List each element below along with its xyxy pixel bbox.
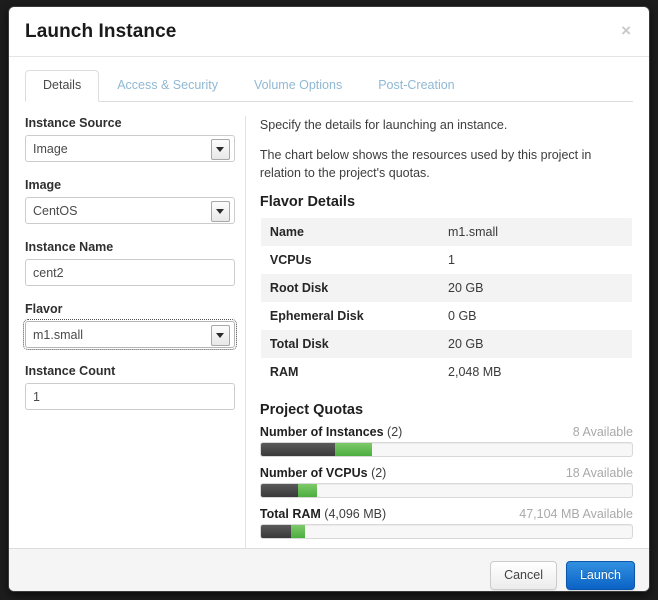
table-row: Name m1.small [260,218,632,246]
flavor-row-key: Name [269,225,304,239]
quota-vcpus-count: (2) [371,466,387,480]
flavor-row-value: 0 GB [448,309,477,323]
table-row: RAM 2,048 MB [260,358,632,386]
instance-name-label: Instance Name [25,240,114,254]
quota-ram-added-bar [290,525,306,538]
table-row: Ephemeral Disk 0 GB [260,302,632,330]
quota-instances-label: Number of Instances (2) [260,425,402,439]
tab-post-creation[interactable]: Post-Creation [360,70,472,102]
flavor-row-value: 1 [448,253,455,267]
info-column: Specify the details for launching an ins… [246,116,649,548]
tab-volume-options-link[interactable]: Volume Options [236,70,360,102]
launch-instance-dialog: Launch Instance × Details Access & Secur… [8,6,650,592]
help-text-1: Specify the details for launching an ins… [259,118,508,132]
field-image: Image CentOS [25,178,235,224]
quota-instances-added-bar [335,443,373,456]
table-row: Root Disk 20 GB [260,274,632,302]
quota-vcpus-used-bar [260,484,299,497]
flavor-details-title: Flavor Details [259,194,356,210]
tab-volume-options[interactable]: Volume Options [236,70,360,102]
flavor-details-table: Name m1.small VCPUs 1 Root Disk 20 GB Ep… [259,217,633,387]
flavor-row-value: 20 GB [448,337,484,351]
flavor-row-value: 2,048 MB [448,365,502,379]
flavor-row-key: Root Disk [269,281,329,295]
field-flavor: Flavor m1.small [23,302,237,350]
flavor-row-value: 20 GB [448,281,484,295]
instance-count-label: Instance Count [25,364,116,378]
quota-instances: Number of Instances (2) 8 Available [259,425,633,457]
field-instance-name: Instance Name [25,240,235,286]
table-row: Total Disk 20 GB [260,330,632,358]
quota-ram-label: Total RAM (4,096 MB) [260,507,386,521]
chevron-down-icon [210,201,230,222]
quota-ram-count: (4,096 MB) [324,507,387,521]
instance-name-input[interactable] [25,259,235,286]
tab-bar: Details Access & Security Volume Options… [9,57,649,102]
quota-instances-used-bar [260,443,336,456]
flavor-row-key: VCPUs [269,253,312,267]
flavor-row-key: Total Disk [269,337,329,351]
quota-ram-name: Total RAM [259,507,321,521]
quota-instances-count: (2) [387,425,403,439]
quota-vcpus-progress [259,483,633,498]
tab-access-and-security-link[interactable]: Access & Security [99,70,236,102]
quota-vcpus: Number of VCPUs (2) 18 Available [259,466,633,498]
tab-details-link[interactable]: Details [25,70,100,102]
flavor-select[interactable]: m1.small [23,319,237,350]
quota-ram-available: 47,104 MB Available [519,507,633,521]
instance-source-label: Instance Source [25,116,122,130]
quota-ram: Total RAM (4,096 MB) 47,104 MB Available [259,507,633,539]
tab-details[interactable]: Details [25,70,100,102]
instance-source-value: Image [33,141,68,156]
quota-vcpus-name: Number of VCPUs [259,466,368,480]
dialog-header: Launch Instance × [9,7,649,57]
chevron-down-icon [210,325,230,346]
flavor-row-key: Ephemeral Disk [269,309,364,323]
flavor-label: Flavor [25,302,63,316]
image-select[interactable]: CentOS [25,197,235,224]
dialog-footer: Cancel Launch [9,548,649,591]
dialog-body: Instance Source Image Image CentOS Insta… [9,102,649,548]
field-instance-source: Instance Source Image [25,116,235,162]
cancel-button[interactable]: Cancel [490,561,557,590]
instance-count-input[interactable] [25,383,235,410]
close-icon[interactable]: × [617,20,635,41]
field-instance-count: Instance Count [25,364,235,410]
quota-ram-progress [259,524,633,539]
instance-source-select[interactable]: Image [25,135,235,162]
quota-vcpus-label: Number of VCPUs (2) [260,466,386,480]
image-label: Image [25,178,62,192]
tab-post-creation-link[interactable]: Post-Creation [360,70,472,102]
help-text-2: The chart below shows the resources used… [259,148,592,180]
dialog-title: Launch Instance [25,20,177,42]
quota-vcpus-available: 18 Available [565,466,633,480]
project-quotas-title: Project Quotas [259,402,364,418]
table-row: VCPUs 1 [260,246,632,274]
quota-ram-used-bar [260,525,291,538]
launch-button[interactable]: Launch [565,561,635,590]
quota-instances-name: Number of Instances [259,425,384,439]
quota-instances-progress [259,442,633,457]
flavor-row-key: RAM [269,365,299,379]
flavor-value: m1.small [33,327,84,342]
form-column: Instance Source Image Image CentOS Insta… [9,116,246,548]
chevron-down-icon [210,139,230,160]
quota-instances-available: 8 Available [572,425,633,439]
flavor-row-value: m1.small [448,225,499,239]
quota-vcpus-added-bar [298,484,317,497]
tab-access-and-security[interactable]: Access & Security [99,70,236,102]
image-value: CentOS [33,203,78,218]
